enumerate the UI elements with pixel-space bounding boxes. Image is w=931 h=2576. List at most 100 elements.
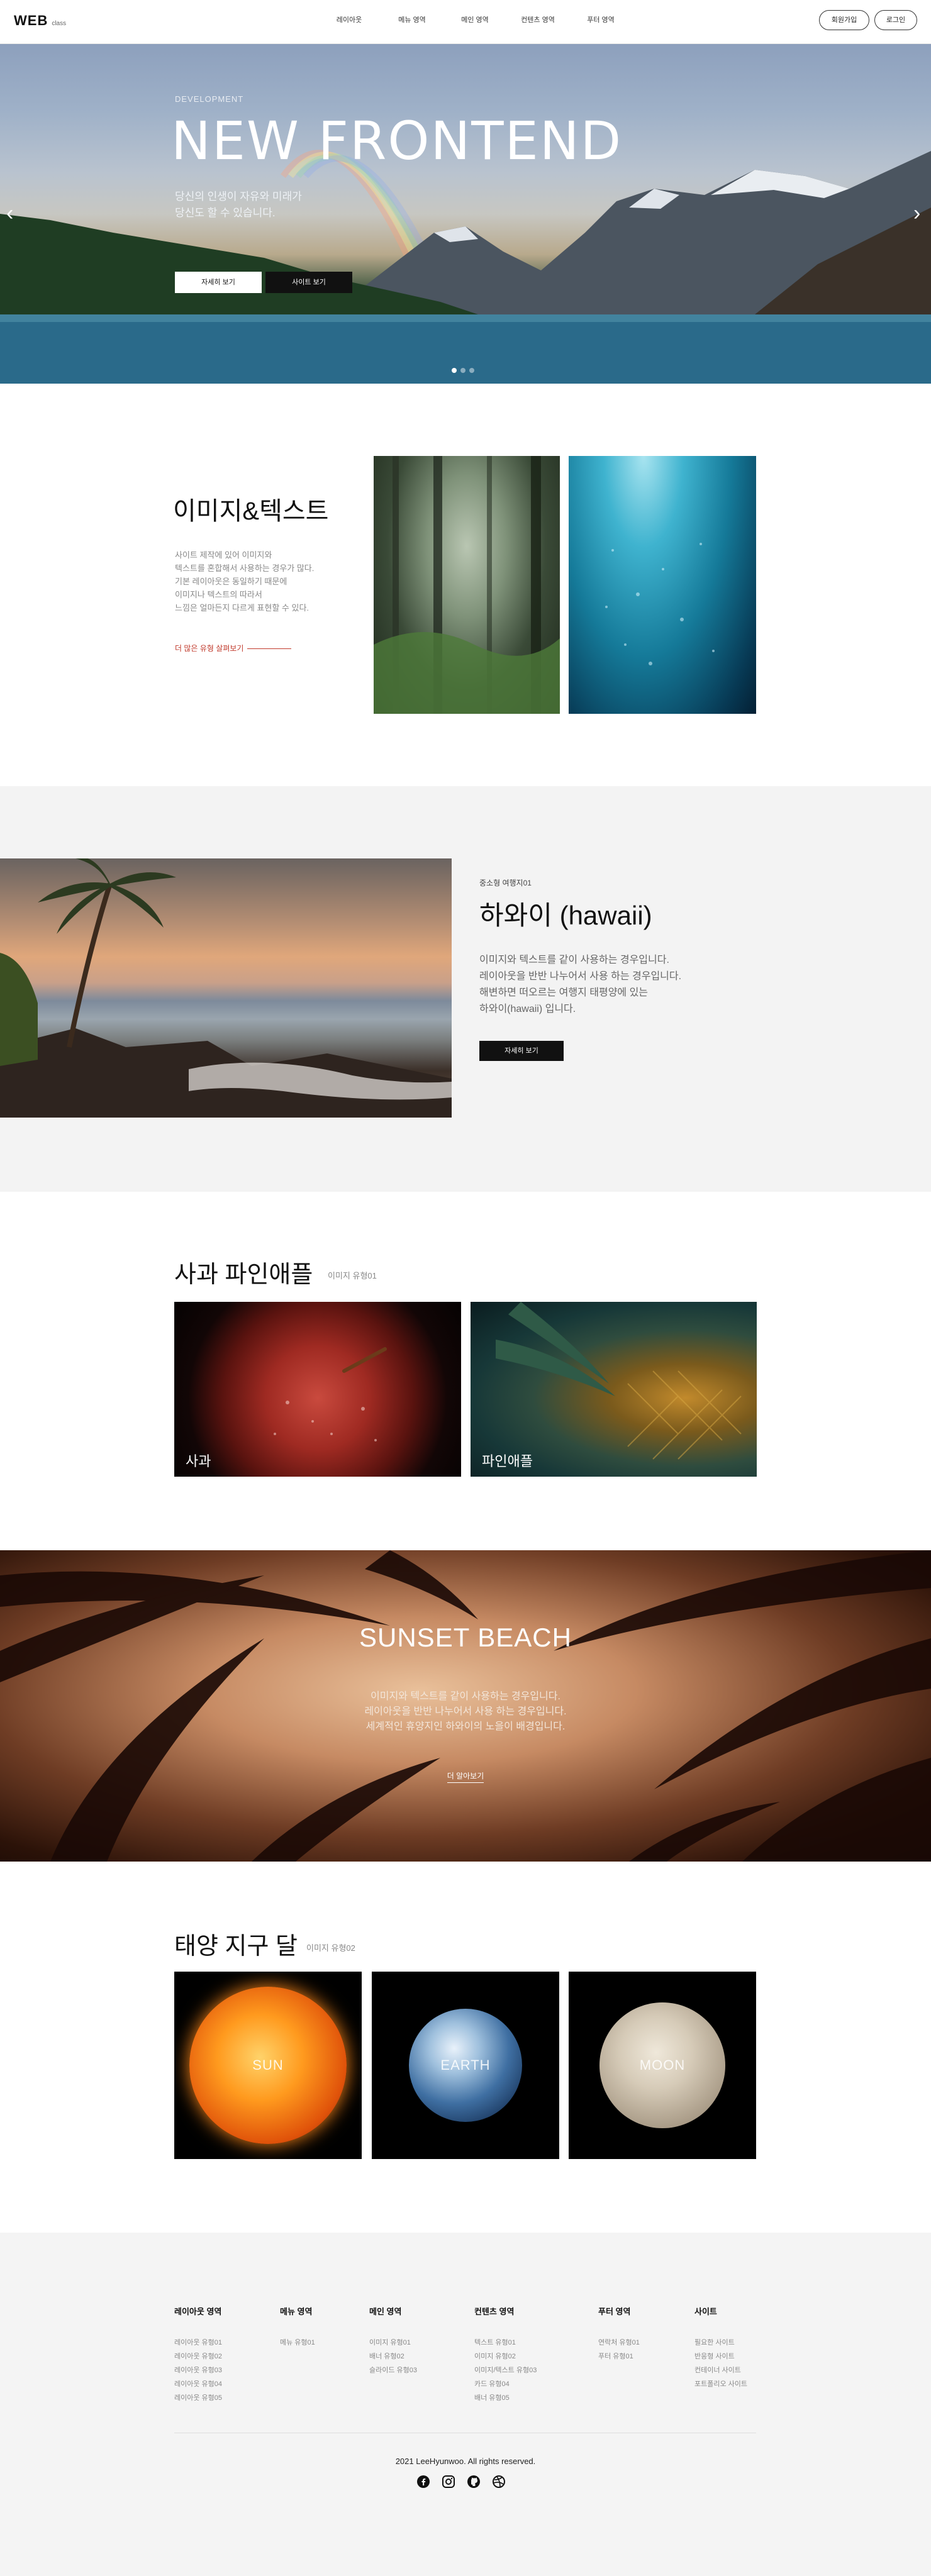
- hawaii-section: 중소형 여행지01 하와이 (hawaii) 이미지와 텍스트를 같이 사용하는…: [0, 786, 931, 1192]
- section-description-line: 사이트 제작에 있어 이미지와: [175, 550, 272, 560]
- footer-link[interactable]: 이미지 유형01: [369, 2336, 417, 2350]
- footer-column: 메뉴 영역 메뉴 유형01: [280, 2305, 315, 2350]
- footer-column-title: 메인 영역: [369, 2307, 402, 2316]
- hero-description-line: 당신도 할 수 있습니다.: [175, 207, 276, 219]
- hawaii-eyebrow: 중소형 여행지01: [479, 879, 532, 887]
- earth-card[interactable]: EARTH: [372, 1972, 559, 2159]
- hawaii-title: 하와이 (hawaii): [479, 901, 652, 930]
- hawaii-description-line: 레이아웃을 반반 나누어서 사용 하는 경우입니다.: [479, 971, 682, 982]
- social-links: [416, 2475, 506, 2489]
- hero-title: NEW FRONTEND: [171, 110, 623, 172]
- join-button[interactable]: 회원가입: [819, 10, 869, 30]
- footer-link[interactable]: 포트폴리오 사이트: [694, 2377, 747, 2391]
- footer-link[interactable]: 배너 유형05: [474, 2391, 537, 2405]
- card-label: MOON: [639, 2057, 686, 2073]
- apple-card[interactable]: 사과: [174, 1302, 461, 1477]
- slider-dot[interactable]: [469, 368, 474, 373]
- hero-description-line: 당신의 인생이 자유와 미래가: [175, 191, 302, 203]
- instagram-icon[interactable]: [442, 2475, 455, 2489]
- footer-column-title: 메뉴 영역: [280, 2307, 313, 2316]
- card-label: SUN: [252, 2057, 284, 2073]
- section-subtitle: 이미지 유형02: [306, 1943, 355, 1953]
- hero-site-button[interactable]: 사이트 보기: [265, 272, 352, 293]
- main-nav: 레이아웃 메뉴 영역 메인 영역 컨텐츠 영역 푸터 영역: [318, 14, 632, 25]
- section-subtitle: 이미지 유형01: [328, 1271, 377, 1280]
- facebook-icon[interactable]: [416, 2475, 430, 2489]
- sunset-more-link[interactable]: 더 알아보기: [0, 1770, 931, 1783]
- hero-prev-arrow-icon[interactable]: ‹: [6, 203, 13, 224]
- footer-column: 메인 영역 이미지 유형01 배너 유형02 슬라이드 유형03: [369, 2305, 417, 2377]
- pineapple-card[interactable]: 파인애플: [471, 1302, 757, 1477]
- footer-column-title: 푸터 영역: [598, 2307, 631, 2316]
- card-label: 파인애플: [482, 1453, 533, 1469]
- footer-column: 푸터 영역 연락처 유형01 푸터 유형01: [598, 2305, 640, 2363]
- footer-link[interactable]: 이미지/텍스트 유형03: [474, 2363, 537, 2377]
- moon-card[interactable]: MOON: [569, 1972, 756, 2159]
- footer-link[interactable]: 반응형 사이트: [694, 2350, 747, 2363]
- footer-column: 레이아웃 영역 레이아웃 유형01 레이아웃 유형02 레이아웃 유형03 레이…: [174, 2305, 222, 2405]
- login-button[interactable]: 로그인: [874, 10, 917, 30]
- sun-card[interactable]: SUN: [174, 1972, 362, 2159]
- site-header: WEB class 레이아웃 메뉴 영역 메인 영역 컨텐츠 영역 푸터 영역 회…: [0, 0, 931, 44]
- footer-column: 사이트 필요한 사이트 반응형 사이트 컨테이너 사이트 포트폴리오 사이트: [694, 2305, 747, 2391]
- footer-link[interactable]: 카드 유형04: [474, 2377, 537, 2391]
- section-title: 태양 지구 달: [174, 1933, 298, 1960]
- card-label: 사과: [186, 1453, 211, 1469]
- footer-link[interactable]: 컨테이너 사이트: [694, 2363, 747, 2377]
- hawaii-detail-button[interactable]: 자세히 보기: [479, 1041, 564, 1061]
- footer-link[interactable]: 레이아웃 유형03: [174, 2363, 222, 2377]
- hero-slider: DEVELOPMENT NEW FRONTEND 당신의 인생이 자유와 미래가…: [0, 44, 931, 384]
- footer-link[interactable]: 푸터 유형01: [598, 2350, 640, 2363]
- footer-link[interactable]: 슬라이드 유형03: [369, 2363, 417, 2377]
- footer-link[interactable]: 이미지 유형02: [474, 2350, 537, 2363]
- image-text-section: 이미지&텍스트 사이트 제작에 있어 이미지와 텍스트를 혼합해서 사용하는 경…: [0, 384, 931, 786]
- nav-item-menu[interactable]: 메뉴 영역: [381, 14, 443, 25]
- hawaii-description-line: 하와이(hawaii) 입니다.: [479, 1004, 576, 1014]
- fruits-section: 사과 파인애플 이미지 유형01 사과 파인애플: [0, 1192, 931, 1550]
- arrow-line-icon: [247, 648, 292, 650]
- footer-link[interactable]: 배너 유형02: [369, 2350, 417, 2363]
- footer-column-title: 컨텐츠 영역: [474, 2307, 515, 2316]
- sunset-beach-banner: SUNSET BEACH 이미지와 텍스트를 같이 사용하는 경우입니다. 레이…: [0, 1550, 931, 1862]
- footer-column: 컨텐츠 영역 텍스트 유형01 이미지 유형02 이미지/텍스트 유형03 카드…: [474, 2305, 537, 2405]
- slider-dot[interactable]: [452, 368, 457, 373]
- slider-dot[interactable]: [460, 368, 465, 373]
- footer-link[interactable]: 레이아웃 유형05: [174, 2391, 222, 2405]
- footer-column-title: 사이트: [694, 2307, 717, 2316]
- footer-link[interactable]: 레이아웃 유형01: [174, 2336, 222, 2350]
- footer-link[interactable]: 텍스트 유형01: [474, 2336, 537, 2350]
- sunset-title: SUNSET BEACH: [359, 1623, 572, 1652]
- hero-background-image: [0, 150, 931, 384]
- hero-detail-button[interactable]: 자세히 보기: [175, 272, 262, 293]
- sunset-description-line: 레이아웃을 반반 나누어서 사용 하는 경우입니다.: [364, 1706, 567, 1717]
- dribbble-icon[interactable]: [492, 2475, 506, 2489]
- sunset-description-line: 세계적인 휴양지인 하와이의 노을이 배경입니다.: [365, 1721, 566, 1732]
- nav-item-main[interactable]: 메인 영역: [443, 14, 506, 25]
- hero-eyebrow: DEVELOPMENT: [175, 94, 244, 104]
- copyright: 2021 LeeHyunwoo. All rights reserved.: [395, 2457, 536, 2466]
- footer-column-title: 레이아웃 영역: [174, 2307, 222, 2316]
- sunset-description-line: 이미지와 텍스트를 같이 사용하는 경우입니다.: [371, 1691, 560, 1702]
- footer-link[interactable]: 필요한 사이트: [694, 2336, 747, 2350]
- section-description-line: 텍스트를 혼합해서 사용하는 경우가 많다.: [175, 564, 315, 573]
- footer-link[interactable]: 연락처 유형01: [598, 2336, 640, 2350]
- section-description-line: 이미지나 텍스트의 따라서: [175, 590, 262, 599]
- section-title: 사과 파인애플: [174, 1262, 313, 1288]
- nav-item-layout[interactable]: 레이아웃: [318, 14, 381, 25]
- footer-link[interactable]: 메뉴 유형01: [280, 2336, 315, 2350]
- hawaii-description-line: 이미지와 텍스트를 같이 사용하는 경우입니다.: [479, 955, 669, 965]
- forest-image: [374, 456, 560, 714]
- planets-section: 태양 지구 달 이미지 유형02 SUN EARTH MOON: [0, 1862, 931, 2233]
- github-icon[interactable]: [467, 2475, 481, 2489]
- underwater-image: [569, 456, 756, 714]
- nav-item-contents[interactable]: 컨텐츠 영역: [506, 14, 569, 25]
- footer-link[interactable]: 레이아웃 유형04: [174, 2377, 222, 2391]
- more-types-link[interactable]: 더 많은 유형 살펴보기: [175, 643, 292, 653]
- card-label: EARTH: [440, 2057, 491, 2073]
- footer-link[interactable]: 레이아웃 유형02: [174, 2350, 222, 2363]
- hero-next-arrow-icon[interactable]: ›: [913, 203, 920, 224]
- hawaii-description-line: 해변하면 떠오르는 여행지 태평양에 있는: [479, 987, 649, 998]
- nav-item-footer[interactable]: 푸터 영역: [569, 14, 632, 25]
- section-title: 이미지&텍스트: [173, 497, 329, 525]
- logo[interactable]: WEB class: [14, 13, 66, 29]
